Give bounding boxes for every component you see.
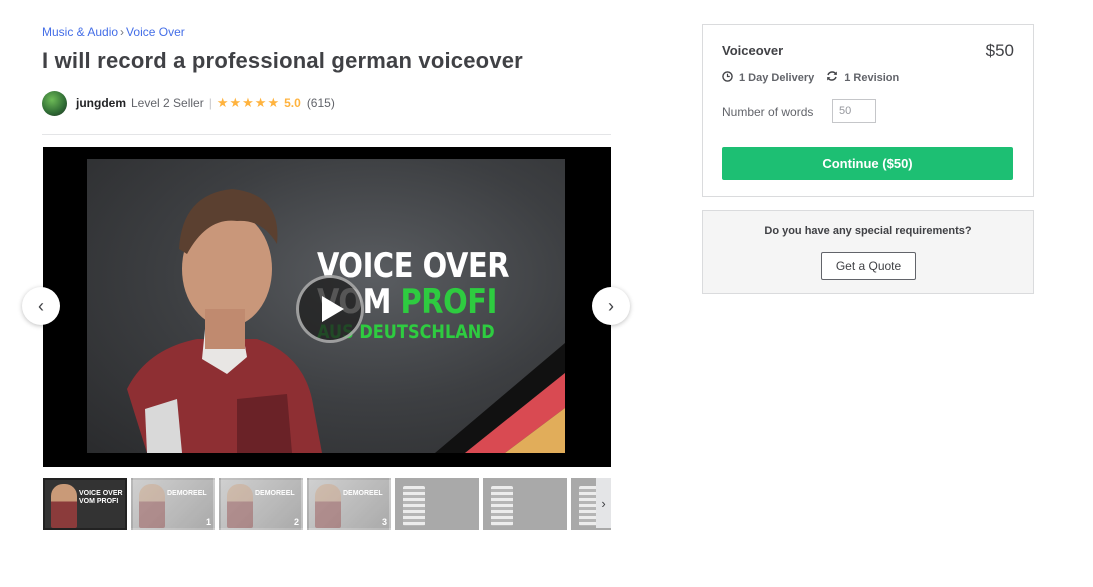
thumbnail-image (227, 484, 253, 528)
thumbnail-image (51, 484, 77, 528)
thumbnail-number: 2 (293, 517, 299, 527)
play-button[interactable] (296, 275, 364, 343)
thumbnail-item[interactable]: DEMOREEL 3 (307, 478, 391, 530)
thumbnail-number: 1 (205, 517, 211, 527)
revisions-count: 1 Revision (844, 71, 900, 84)
breadcrumb-category-link[interactable]: Music & Audio (42, 25, 118, 39)
german-flag-graphic (435, 343, 565, 453)
special-requirements-text: Do you have any special requirements? (764, 225, 972, 237)
package-card: Voiceover $50 1 Day Delivery 1 Revision … (702, 24, 1034, 197)
quote-box: Do you have any special requirements? Ge… (702, 210, 1034, 294)
number-of-words-input[interactable] (832, 99, 876, 123)
overlay-line-2b: PROFI (400, 282, 498, 322)
refresh-icon (826, 70, 838, 85)
thumbnail-label: VOICE OVER VOM PROFI (79, 490, 123, 505)
play-icon (322, 296, 344, 322)
package-name: Voiceover (722, 43, 784, 58)
thumbnail-label: DEMOREEL (255, 490, 295, 497)
chevron-right-icon: › (608, 295, 614, 316)
thumbnails-next-button[interactable]: › (596, 478, 611, 528)
thumbnail-image (139, 484, 165, 528)
breadcrumb-separator: › (120, 25, 125, 39)
chevron-right-icon: › (601, 495, 606, 511)
rating-score: 5.0 (284, 96, 301, 110)
package-features: 1 Day Delivery 1 Revision (722, 70, 899, 85)
chevron-left-icon: ‹ (38, 295, 44, 316)
clock-icon (722, 70, 733, 85)
thumbnail-item[interactable] (483, 478, 567, 530)
thumbnail-image (491, 486, 513, 526)
package-price: $50 (985, 41, 1014, 60)
gallery-next-button[interactable]: › (592, 287, 630, 325)
overlay-line-1: VOICE OVER (317, 246, 510, 286)
breadcrumb: Music & Audio › Voice Over (42, 25, 185, 39)
thumbnail-item[interactable]: DEMOREEL 1 (131, 478, 215, 530)
get-quote-button[interactable]: Get a Quote (821, 252, 916, 280)
thumbnail-image (403, 486, 425, 526)
page-title: I will record a professional german voic… (42, 48, 523, 73)
thumbnail-item[interactable]: DEMOREEL 2 (219, 478, 303, 530)
thumbnail-item[interactable] (395, 478, 479, 530)
thumbnail-label: DEMOREEL (167, 490, 207, 497)
continue-button[interactable]: Continue ($50) (722, 147, 1013, 180)
delivery-time: 1 Day Delivery (739, 71, 815, 84)
seller-level: Level 2 Seller (131, 96, 204, 110)
gallery-prev-button[interactable]: ‹ (22, 287, 60, 325)
seller-overview: jungdem Level 2 Seller | ★★★★★ 5.0 (615) (42, 90, 335, 116)
divider (42, 134, 611, 135)
breadcrumb-subcategory-link[interactable]: Voice Over (126, 25, 185, 39)
reviews-count-link[interactable]: (615) (307, 96, 335, 110)
seller-name-link[interactable]: jungdem (76, 96, 126, 110)
thumbnail-item[interactable]: VOICE OVER VOM PROFI (43, 478, 127, 530)
words-label: Number of words (722, 105, 814, 119)
seller-separator: | (208, 96, 212, 110)
avatar[interactable] (42, 90, 67, 116)
thumbnail-label: DEMOREEL (343, 490, 383, 497)
thumbnail-image (315, 484, 341, 528)
gallery-thumbnails: VOICE OVER VOM PROFI DEMOREEL 1 DEMOREEL… (43, 478, 611, 530)
thumbnail-number: 3 (381, 517, 387, 527)
star-rating-icon: ★★★★★ (216, 95, 281, 110)
